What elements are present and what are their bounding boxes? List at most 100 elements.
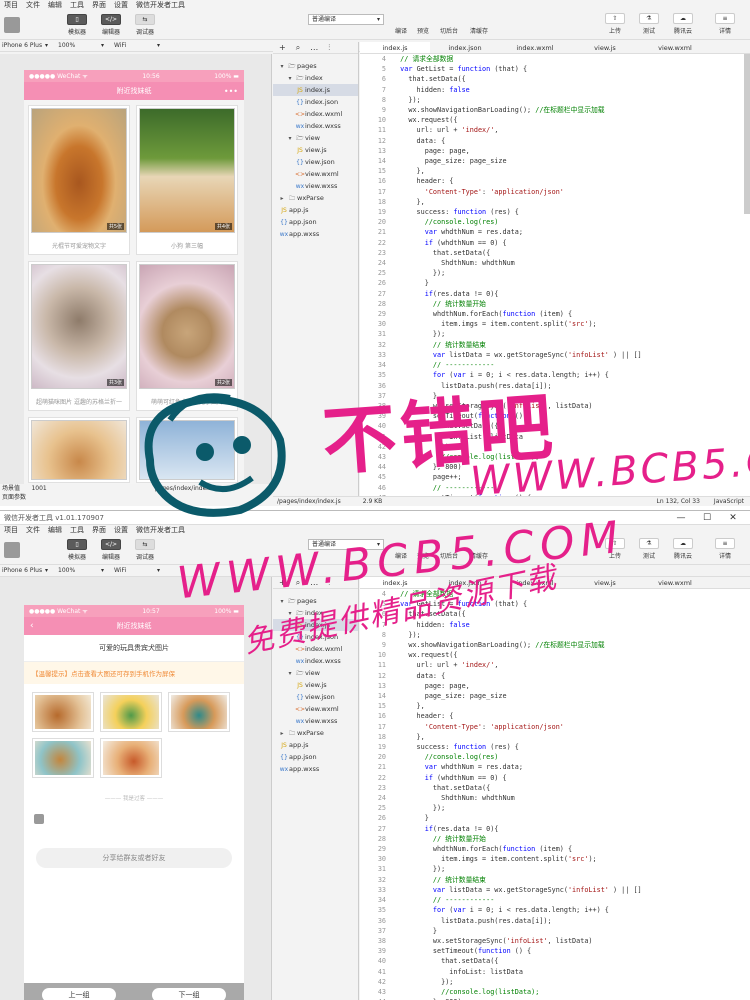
file-app-js[interactable]: JS app.js [273, 204, 358, 216]
menu-settings[interactable]: 设置 [114, 0, 128, 10]
code-area[interactable]: 4 // 请求全部数据 5 var GetList = function (tha… [360, 54, 750, 506]
tab-index-json[interactable]: index.json [430, 577, 500, 588]
search-icon[interactable]: ⌕ [296, 578, 300, 588]
clear-cache-button[interactable]: 清缓存 [464, 551, 494, 560]
folder-pages[interactable]: ▾ 🗁pages [273, 60, 358, 72]
file-index-wxml[interactable]: <>index.wxml [273, 643, 358, 655]
poodle-thumbnail[interactable] [100, 738, 162, 778]
network-select[interactable]: WiFi [114, 567, 170, 574]
file-view-wxml[interactable]: <>view.wxml [273, 703, 358, 715]
details-button[interactable]: ≡ 详情 [708, 13, 742, 35]
file-view-wxss[interactable]: wxview.wxss [273, 715, 358, 727]
file-index-wxss[interactable]: wxindex.wxss [273, 120, 358, 132]
menu-project[interactable]: 项目 [4, 0, 18, 10]
upload-button[interactable]: ⇧ 上传 [598, 538, 632, 560]
device-select[interactable]: iPhone 6 Plus [2, 567, 58, 574]
file-app-js[interactable]: JS app.js [273, 739, 358, 751]
file-view-json[interactable]: {}view.json [273, 156, 358, 168]
file-app-json[interactable]: {}app.json [273, 751, 358, 763]
menu-devtools[interactable]: 微信开发者工具 [136, 525, 185, 535]
backstage-button[interactable]: 切后台 [434, 26, 464, 35]
file-view-js[interactable]: JS view.js [273, 144, 358, 156]
tab-view-wxml[interactable]: view.wxml [640, 42, 710, 53]
file-view-json[interactable]: {}view.json [273, 691, 358, 703]
add-icon[interactable]: + [279, 578, 286, 587]
debugger-button[interactable]: ⇆ 调试器 [128, 13, 162, 36]
editor-button[interactable]: </> 编辑器 [94, 538, 128, 561]
menu-file[interactable]: 文件 [26, 0, 40, 10]
file-view-wxml[interactable]: <>view.wxml [273, 168, 358, 180]
poodle-thumbnail[interactable] [168, 692, 230, 732]
file-app-json[interactable]: {}app.json [273, 216, 358, 228]
file-index-json[interactable]: {}index.json [273, 631, 358, 643]
tab-index-js[interactable]: index.js [360, 42, 430, 53]
poodle-thumbnail[interactable] [32, 692, 94, 732]
add-icon[interactable]: + [279, 43, 286, 52]
photo-card[interactable] [28, 417, 130, 483]
file-view-wxss[interactable]: wxview.wxss [273, 180, 358, 192]
photo-card[interactable] [136, 417, 238, 483]
zoom-select[interactable]: 100% [58, 567, 114, 574]
more-icon[interactable]: ••• [224, 87, 238, 96]
tab-view-js[interactable]: view.js [570, 42, 640, 53]
compile-button[interactable]: 编译 [390, 26, 412, 35]
photo-card[interactable]: 共4张 小狗 第三幅 [136, 105, 238, 255]
poodle-thumbnail[interactable] [32, 738, 94, 778]
folder-index[interactable]: ▾ 🗁index [273, 72, 358, 84]
user-avatar[interactable] [4, 16, 20, 33]
compile-button[interactable]: 编译 [390, 551, 412, 560]
compile-mode-select[interactable]: 普通编译 [308, 539, 384, 550]
tab-index-json[interactable]: index.json [430, 42, 500, 53]
simulator-button[interactable]: ▯ 模拟器 [60, 13, 94, 36]
editor-scrollbar[interactable] [744, 54, 750, 214]
debugger-button[interactable]: ⇆ 调试器 [128, 538, 162, 561]
code-area[interactable]: 4 // 请求全部数据 5 var GetList = function (tha… [360, 589, 750, 1000]
menu-project[interactable]: 项目 [4, 525, 18, 535]
more-icon[interactable]: … [310, 578, 318, 587]
file-app-wxss[interactable]: wxapp.wxss [273, 228, 358, 240]
tab-index-js[interactable]: index.js [360, 577, 430, 588]
user-avatar[interactable] [4, 541, 20, 558]
folder-wxparse[interactable]: ▸ 🗀 wxParse [273, 727, 358, 739]
preview-button[interactable]: 预览 [412, 26, 434, 35]
menu-tools[interactable]: 工具 [70, 0, 84, 10]
tencent-cloud-button[interactable]: ☁ 腾讯云 [666, 538, 700, 560]
folder-view[interactable]: ▾ 🗁view [273, 132, 358, 144]
tab-view-js[interactable]: view.js [570, 577, 640, 588]
menu-edit[interactable]: 编辑 [48, 525, 62, 535]
file-index-js[interactable]: JS index.js [273, 619, 358, 631]
preview-button[interactable]: 预览 [412, 551, 434, 560]
back-icon[interactable]: ‹ [30, 621, 34, 631]
network-select[interactable]: WiFi [114, 42, 170, 49]
file-index-wxss[interactable]: wxindex.wxss [273, 655, 358, 667]
menu-view[interactable]: 界面 [92, 525, 106, 535]
test-button[interactable]: ⚗ 测试 [632, 538, 666, 560]
editor-button[interactable]: </> 编辑器 [94, 13, 128, 36]
file-index-json[interactable]: {}index.json [273, 96, 358, 108]
file-view-js[interactable]: JS view.js [273, 679, 358, 691]
menu-settings[interactable]: 设置 [114, 525, 128, 535]
menu-file[interactable]: 文件 [26, 525, 40, 535]
details-button[interactable]: ≡ 详情 [708, 538, 742, 560]
device-select[interactable]: iPhone 6 Plus [2, 42, 58, 49]
simulator-button[interactable]: ▯ 模拟器 [60, 538, 94, 561]
photo-card[interactable]: 共3张 超萌猫咪图片 逗趣的苏格兰折一 [28, 261, 130, 411]
split-icon[interactable]: ⫶ [328, 578, 330, 588]
file-app-wxss[interactable]: wxapp.wxss [273, 763, 358, 775]
clear-cache-button[interactable]: 清缓存 [464, 26, 494, 35]
folder-wxparse[interactable]: ▸ 🗀 wxParse [273, 192, 358, 204]
upload-button[interactable]: ⇧ 上传 [598, 13, 632, 35]
file-index-wxml[interactable]: <>index.wxml [273, 108, 358, 120]
prev-group-button[interactable]: 上一组 [42, 988, 116, 1000]
compile-mode-select[interactable]: 普通编译 [308, 14, 384, 25]
photo-card[interactable]: 共5张 光棍节可爱宠物文字 [28, 105, 130, 255]
close-icon[interactable]: ✕ [720, 513, 746, 523]
share-button[interactable]: 分享给群友或者好友 [36, 848, 232, 868]
tab-index-wxml[interactable]: index.wxml [500, 577, 570, 588]
photo-card[interactable]: 共2张 萌萌可红免大力小兔子图片 [136, 261, 238, 411]
minimize-icon[interactable]: — [668, 513, 694, 523]
menu-tools[interactable]: 工具 [70, 525, 84, 535]
test-button[interactable]: ⚗ 测试 [632, 13, 666, 35]
folder-pages[interactable]: ▾ 🗁pages [273, 595, 358, 607]
search-icon[interactable]: ⌕ [296, 43, 300, 53]
